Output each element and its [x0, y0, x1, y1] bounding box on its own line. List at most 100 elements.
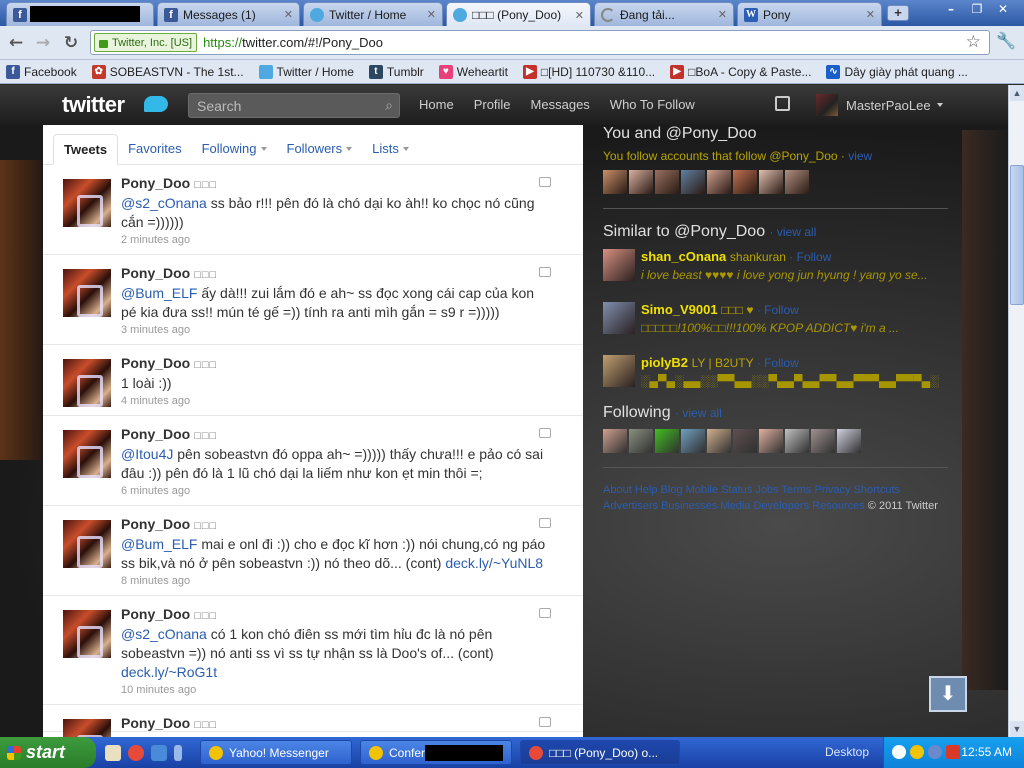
author-name[interactable]: Pony_Doo — [121, 606, 190, 622]
avatar[interactable] — [707, 170, 731, 194]
nav-who-to-follow[interactable]: Who To Follow — [610, 97, 695, 112]
reply-icon[interactable] — [539, 177, 551, 187]
mention-link[interactable]: @s2_cOnana — [121, 195, 207, 211]
tweet-timestamp[interactable]: 3 minutes ago — [121, 324, 553, 344]
account-menu[interactable]: MasterPaoLee — [816, 94, 943, 116]
bookmark-item[interactable]: ▶ □BoA - Copy & Paste... — [670, 64, 811, 79]
footer-link[interactable]: Jobs — [755, 484, 778, 496]
tray-messenger-icon[interactable] — [910, 745, 924, 759]
tweet-timestamp[interactable]: 8 minutes ago — [121, 575, 553, 595]
avatar[interactable] — [63, 179, 111, 227]
nav-home[interactable]: Home — [419, 97, 454, 112]
avatar[interactable] — [655, 170, 679, 194]
tab-following[interactable]: Following — [192, 133, 277, 164]
avatar[interactable] — [603, 355, 635, 387]
tweet-link[interactable]: deck.ly/~YuNL8 — [445, 555, 543, 571]
avatar[interactable] — [63, 359, 111, 407]
author-name[interactable]: Pony_Doo — [121, 265, 190, 281]
footer-link[interactable]: Advertisers — [603, 500, 658, 512]
follow-link[interactable]: · Follow — [753, 303, 799, 317]
maximize-button[interactable]: ❐ — [964, 0, 990, 18]
tab-followers[interactable]: Followers — [277, 133, 363, 164]
address-bar[interactable]: Twitter, Inc. [US] https://twitter.com/#… — [90, 30, 990, 55]
avatar[interactable] — [629, 429, 653, 453]
view-link[interactable]: view — [848, 149, 872, 163]
start-button[interactable]: start — [0, 737, 96, 768]
reply-icon[interactable] — [539, 608, 551, 618]
tweet-timestamp[interactable]: 2 minutes ago — [121, 234, 553, 254]
forward-button[interactable]: → — [32, 32, 54, 54]
vertical-scrollbar[interactable]: ▲ ▼ — [1008, 85, 1024, 737]
avatar[interactable] — [707, 429, 731, 453]
tweet-timestamp[interactable]: 4 minutes ago — [121, 395, 553, 415]
nav-profile[interactable]: Profile — [474, 97, 511, 112]
nav-messages[interactable]: Messages — [531, 97, 590, 112]
tab-messages[interactable]: f Messages (1) ✕ — [157, 2, 300, 26]
taskbar-button[interactable]: Yahoo! Messenger — [200, 740, 352, 765]
avatar[interactable] — [759, 170, 783, 194]
footer-link[interactable]: Status — [721, 484, 752, 496]
search-icon[interactable]: ⌕ — [385, 97, 393, 114]
scroll-down-arrow-icon[interactable]: ▼ — [1010, 721, 1024, 737]
footer-link[interactable]: Help — [635, 484, 658, 496]
screen-name-link[interactable]: piolyB2 — [641, 355, 688, 370]
notepad-icon[interactable] — [105, 745, 121, 761]
author-name[interactable]: Pony_Doo — [121, 516, 190, 532]
back-button[interactable]: ← — [5, 32, 27, 54]
footer-link[interactable]: About — [603, 484, 632, 496]
close-tab-icon[interactable]: ✕ — [866, 8, 875, 21]
minimize-button[interactable]: – — [938, 0, 964, 18]
author-name[interactable]: Pony_Doo — [121, 715, 190, 731]
close-window-button[interactable]: ✕ — [990, 0, 1016, 18]
reply-icon[interactable] — [539, 518, 551, 528]
close-tab-icon[interactable]: ✕ — [718, 8, 727, 21]
compose-tweet-icon[interactable] — [775, 96, 790, 111]
tweet-timestamp[interactable]: 6 minutes ago — [121, 485, 553, 505]
footer-link[interactable]: Blog — [661, 484, 683, 496]
tab-favorites[interactable]: Favorites — [118, 133, 191, 164]
bookmark-item[interactable]: ∿ Dây giày phát quang ... — [826, 64, 968, 79]
close-tab-icon[interactable]: ✕ — [575, 9, 584, 22]
avatar[interactable] — [603, 429, 627, 453]
avatar[interactable] — [733, 170, 757, 194]
desktop-toolbar-label[interactable]: Desktop — [825, 745, 869, 759]
tweet-timestamp[interactable]: 10 minutes ago — [121, 684, 553, 704]
bookmark-item[interactable]: t Tumblr — [368, 64, 424, 79]
bookmark-item[interactable]: ▶ □[HD] 110730 &110... — [522, 64, 655, 79]
follow-link[interactable]: · Follow — [786, 250, 831, 264]
taskbar-button[interactable]: □□□ (Pony_Doo) o... — [520, 740, 680, 765]
reply-icon[interactable] — [539, 428, 551, 438]
reload-button[interactable]: ↻ — [60, 32, 82, 54]
search-input[interactable]: Search ⌕ — [188, 93, 400, 118]
author-name[interactable]: Pony_Doo — [121, 426, 190, 442]
avatar[interactable] — [681, 170, 705, 194]
new-tab-button[interactable]: + — [887, 5, 909, 21]
tab-twitter-home[interactable]: Twitter / Home ✕ — [303, 2, 443, 26]
twitter-logo[interactable]: twitter — [62, 93, 125, 117]
scroll-up-arrow-icon[interactable]: ▲ — [1010, 85, 1024, 101]
footer-link[interactable]: Developers — [753, 500, 809, 512]
footer-link[interactable]: Shortcuts — [854, 484, 900, 496]
chevron-right-icon[interactable] — [174, 745, 182, 761]
footer-link[interactable]: Resources — [812, 500, 865, 512]
mention-link[interactable]: @Itou4J — [121, 446, 173, 462]
avatar[interactable] — [63, 430, 111, 478]
follow-link[interactable]: · Follow — [753, 356, 799, 370]
ie-icon[interactable] — [151, 745, 167, 761]
avatar[interactable] — [63, 610, 111, 658]
avatar[interactable] — [63, 269, 111, 317]
avatar[interactable] — [603, 170, 627, 194]
close-tab-icon[interactable]: ✕ — [284, 8, 293, 21]
tab-lists[interactable]: Lists — [362, 133, 419, 164]
bookmark-item[interactable]: f Facebook — [6, 64, 77, 79]
screen-name-link[interactable]: shan_cOnana — [641, 249, 726, 264]
footer-link[interactable]: Privacy — [814, 484, 850, 496]
footer-link[interactable]: Media — [720, 500, 750, 512]
bookmark-item[interactable]: Twitter / Home — [258, 64, 354, 79]
reply-icon[interactable] — [539, 717, 551, 727]
avatar[interactable] — [837, 429, 861, 453]
reply-icon[interactable] — [539, 267, 551, 277]
close-tab-icon[interactable]: ✕ — [427, 8, 436, 21]
tab-pony-wiki[interactable]: W Pony ✕ — [737, 2, 882, 26]
avatar[interactable] — [785, 170, 809, 194]
